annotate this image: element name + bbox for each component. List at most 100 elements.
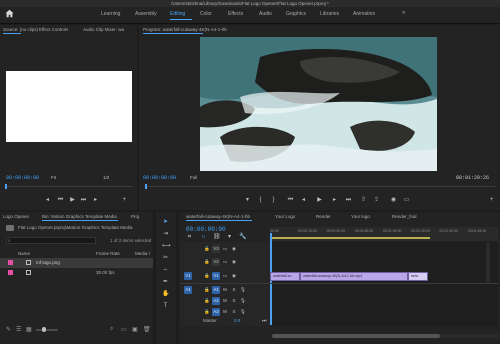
source-play-icon[interactable]: ▶ [69,197,76,204]
source-add-icon[interactable]: + [121,197,128,204]
a1-mic-icon[interactable]: 🎙 [239,286,247,294]
scrollbar-thumb[interactable] [272,334,440,338]
home-icon[interactable] [5,9,14,18]
source-patch-v1[interactable]: V1 [184,272,192,280]
program-mark-in-icon[interactable]: ▾ [244,197,251,204]
a2-mic-icon[interactable]: 🎙 [239,297,247,305]
workspace-tab-animation[interactable]: Animation [353,11,375,17]
source-prev-icon[interactable]: ⏮ [57,197,64,204]
workspace-tab-learning[interactable]: Learning [101,11,120,17]
icon-view-icon[interactable]: ▦ [26,326,32,333]
tab-effect-controls[interactable]: Effect Controls [39,25,68,34]
new-bin-icon[interactable]: ▭ [121,326,127,333]
a2-track-label[interactable]: A2 [212,297,220,305]
tab-logo-opener[interactable]: Logo Opener [3,212,29,221]
column-frame-rate[interactable]: Frame Rate [96,251,120,256]
v3-eye-icon[interactable]: ◉ [230,245,238,253]
workspace-tab-graphics[interactable]: Graphics [286,11,306,17]
workspace-tab-assembly[interactable]: Assembly [135,11,157,17]
pencil-icon[interactable]: ✎ [6,326,11,333]
a1-track-label[interactable]: A1 [212,286,220,294]
tab-render[interactable]: Render [316,212,331,221]
zoom-slider-handle[interactable] [42,327,46,332]
v3-toggle-sync-icon[interactable]: 🔒 [203,245,211,253]
a3-mute-button[interactable]: M [221,308,229,316]
hand-tool-icon[interactable]: ✋ [162,291,169,298]
timeline-timecode[interactable]: 00:00:00:00 [186,226,226,233]
program-go-in-icon[interactable]: } [270,197,277,204]
program-add-icon[interactable]: + [488,197,495,204]
add-marker-icon[interactable]: ▾ [226,234,233,241]
razor-tool-icon[interactable]: ✂ [162,255,169,262]
list-item[interactable] [0,268,153,278]
a3-solo-button[interactable]: S [230,308,238,316]
tab-project[interactable]: Proj [131,212,139,221]
program-timecode[interactable]: 00:00:00:00 [143,175,176,181]
source-timecode[interactable]: 00:00:00:00 [6,175,39,181]
program-next-icon[interactable]: ⏭ [345,197,352,204]
source-scrub-bar[interactable] [5,186,133,187]
zoom-slider[interactable] [36,329,58,331]
master-skip-icon[interactable]: ⏭ [262,318,267,324]
timeline-clip[interactable]: waterfall-cutaway-4K(N-A4-1-hb.mp4 [300,272,408,281]
v2-toggle-sync-icon[interactable]: 🔒 [203,258,211,266]
v3-output-icon[interactable]: ▭ [221,245,229,253]
v1-toggle-sync-icon[interactable]: 🔒 [203,272,211,280]
program-lift-icon[interactable]: ⇧ [360,197,367,204]
a3-track-label[interactable]: A3 [212,308,220,316]
workspace-tab-audio[interactable]: Audio [259,11,272,17]
project-search-input[interactable] [6,237,96,244]
program-scrub-bar[interactable] [145,186,495,187]
source-step-back-icon[interactable]: ◂ [44,197,51,204]
tab-your-logo[interactable]: Your Logo [275,212,295,221]
a2-toggle-sync-icon[interactable]: 🔒 [203,297,211,305]
linked-selection-icon[interactable]: ⛓ [213,234,221,241]
a3-mic-icon[interactable]: 🎙 [239,308,247,316]
v1-eye-icon[interactable]: ◉ [230,272,238,280]
tab-render-final[interactable]: Render_fnal [392,212,417,221]
master-volume-value[interactable]: 0.0 [234,318,240,323]
workspace-tab-editing[interactable]: Editing [170,11,185,17]
v3-track-label[interactable]: V3 [212,245,220,253]
source-step-forward-icon[interactable]: ▸ [92,197,99,204]
selection-tool-icon[interactable]: ➤ [162,219,169,226]
workspace-tab-color[interactable]: Color [200,11,212,17]
source-playhead[interactable] [5,184,7,189]
program-play-icon[interactable]: ▶ [316,197,323,204]
program-step-back-icon[interactable]: ◂ [300,197,307,204]
new-item-icon[interactable]: ▣ [132,326,138,333]
v1-track-label[interactable]: V1 [212,272,220,280]
a3-toggle-sync-icon[interactable]: 🔒 [203,308,211,316]
pen-tool-icon[interactable]: ✒ [162,279,169,286]
a2-solo-button[interactable]: S [230,297,238,305]
source-resolution-select[interactable]: 1/2 [103,175,109,180]
source-patch-a1[interactable]: A1 [184,286,192,294]
source-next-icon[interactable]: ⏭ [80,197,87,204]
column-name[interactable]: Name [18,251,30,256]
v2-track-label[interactable]: V2 [212,258,220,266]
workspace-tab-libraries[interactable]: Libraries [320,11,339,17]
trash-icon[interactable]: 🗑 [143,326,151,333]
a1-toggle-sync-icon[interactable]: 🔒 [203,286,211,294]
tab-your-logo-2[interactable]: Your logo [351,212,370,221]
workspace-tab-effects[interactable]: Effects [228,11,243,17]
slip-tool-icon[interactable]: ⇔ [162,267,169,274]
timeline-clip[interactable]: waterfall-cu [270,272,300,281]
ripple-edit-tool-icon[interactable]: ⟷ [162,243,171,250]
tab-audio-clip-mixer[interactable]: Audio Clip Mixer: wa [83,25,124,34]
program-export-frame-icon[interactable]: ◉ [390,197,397,204]
program-prev-icon[interactable]: ⏮ [287,197,294,204]
v1-output-icon[interactable]: ▭ [221,272,229,280]
type-tool-icon[interactable]: T [162,303,169,310]
program-fit-select[interactable]: Full [190,175,197,180]
column-media[interactable]: Media I [135,251,150,256]
list-view-icon[interactable]: ☰ [16,326,21,333]
program-step-forward-icon[interactable]: ▸ [331,197,338,204]
list-item[interactable] [0,258,153,268]
a1-mute-button[interactable]: M [221,286,229,294]
a2-mute-button[interactable]: M [221,297,229,305]
a1-solo-button[interactable]: S [230,286,238,294]
program-mark-out-icon[interactable]: { [257,197,264,204]
nest-toggle-icon[interactable]: ⌗ [186,234,193,241]
snap-icon[interactable]: ∩ [200,234,207,241]
